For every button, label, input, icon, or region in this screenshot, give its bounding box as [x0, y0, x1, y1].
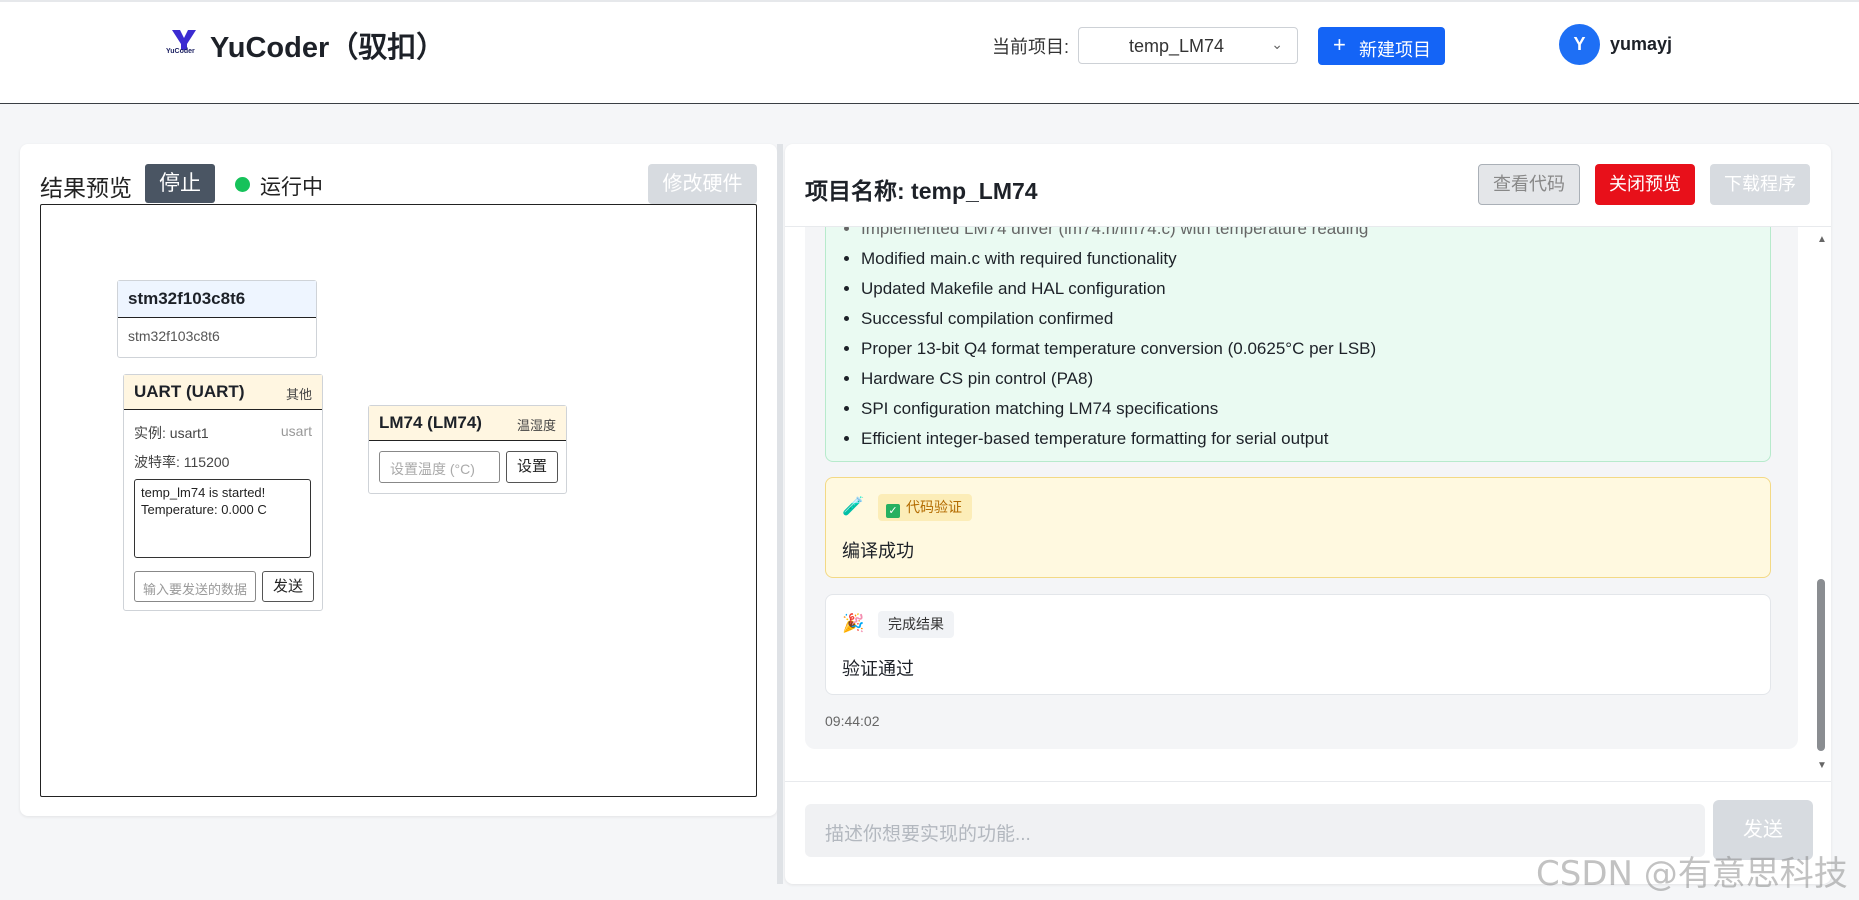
status-text: 运行中: [260, 176, 323, 199]
project-panel: 项目名称: temp_LM74 查看代码 关闭预览 下载程序 Implement…: [785, 144, 1831, 884]
list-item: Hardware CS pin control (PA8): [861, 364, 1376, 394]
uart-instance-type: usart: [280, 423, 312, 439]
preview-title: 结果预览: [40, 175, 132, 201]
new-project-button[interactable]: + 新建项目: [1318, 27, 1445, 65]
watermark: CSDN @有意思科技: [1536, 854, 1848, 894]
summary-box: Implemented LM74 driver (lm74.h/lm74.c) …: [825, 227, 1771, 462]
result-box: 🎉 完成结果 验证通过: [825, 594, 1771, 695]
logo-small-text: YuCoder: [166, 48, 195, 55]
code-verify-tag-label: 代码验证: [906, 499, 962, 515]
result-tag: 完成结果: [878, 611, 954, 638]
mcu-title: stm32f103c8t6: [118, 281, 316, 318]
close-preview-button[interactable]: 关闭预览: [1595, 164, 1695, 205]
plus-icon: +: [1333, 32, 1346, 57]
app-header: YuCoder YuCoder（驭扣） 当前项目: temp_LM74 ⌄ + …: [0, 0, 1859, 104]
mcu-card[interactable]: stm32f103c8t6 stm32f103c8t6: [117, 280, 317, 358]
list-item: Successful compilation confirmed: [861, 304, 1376, 334]
panel-resize-handle[interactable]: [777, 144, 783, 884]
uart-send-button[interactable]: 发送: [262, 571, 314, 602]
temperature-input[interactable]: 设置温度 (°C): [379, 451, 500, 483]
preview-panel: 结果预览 停止 运行中 修改硬件 stm32f103c8t6 stm32f103…: [20, 144, 777, 816]
download-program-button[interactable]: 下载程序: [1710, 164, 1810, 205]
uart-baud-rate: 波特率: 115200: [134, 454, 230, 470]
mcu-subtitle: stm32f103c8t6: [128, 328, 220, 344]
scrollbar-thumb[interactable]: [1817, 579, 1825, 751]
check-icon: ✓: [886, 504, 900, 518]
avatar[interactable]: Y: [1559, 24, 1600, 65]
project-select[interactable]: temp_LM74 ⌄: [1078, 27, 1298, 64]
uart-card[interactable]: UART (UART) 其他 实例: usart1 usart 波特率: 115…: [123, 374, 323, 611]
code-verify-text: 编译成功: [842, 541, 914, 561]
chat-history[interactable]: Implemented LM74 driver (lm74.h/lm74.c) …: [805, 227, 1805, 827]
code-verify-box: 🧪 ✓ 代码验证 编译成功: [825, 477, 1771, 578]
result-text: 验证通过: [842, 659, 914, 679]
uart-instance: 实例: usart1: [134, 425, 209, 441]
stop-button[interactable]: 停止: [145, 164, 215, 203]
summary-list: Implemented LM74 driver (lm74.h/lm74.c) …: [861, 227, 1376, 454]
project-title: 项目名称: temp_LM74: [805, 178, 1038, 204]
uart-title: UART (UART): [134, 382, 245, 401]
project-header: 项目名称: temp_LM74 查看代码 关闭预览 下载程序: [785, 144, 1831, 227]
lm74-card[interactable]: LM74 (LM74) 温湿度 设置温度 (°C) 设置: [368, 405, 567, 494]
assistant-message: Implemented LM74 driver (lm74.h/lm74.c) …: [805, 227, 1798, 749]
current-project-label: 当前项目:: [992, 37, 1070, 57]
uart-log-output[interactable]: temp_lm74 is started! Temperature: 0.000…: [134, 479, 311, 558]
uart-log-line: temp_lm74 is started!: [141, 485, 266, 500]
modify-hardware-button[interactable]: 修改硬件: [648, 164, 757, 204]
list-item: Efficient integer-based temperature form…: [861, 424, 1376, 454]
status-dot-icon: [235, 177, 250, 192]
username[interactable]: yumayj: [1610, 34, 1672, 55]
lm74-category-tag: 温湿度: [516, 418, 556, 433]
lm74-header: LM74 (LM74) 温湿度: [369, 406, 566, 441]
project-select-value: temp_LM74: [1129, 36, 1225, 56]
lm74-title: LM74 (LM74): [379, 413, 482, 432]
uart-category-tag: 其他: [285, 387, 312, 402]
list-item: Implemented LM74 driver (lm74.h/lm74.c) …: [861, 227, 1376, 244]
chat-scrollbar[interactable]: ▲ ▼: [1815, 234, 1827, 774]
list-item: SPI configuration matching LM74 specific…: [861, 394, 1376, 424]
list-item: Modified main.c with required functional…: [861, 244, 1376, 274]
hardware-canvas[interactable]: stm32f103c8t6 stm32f103c8t6 UART (UART) …: [40, 204, 757, 797]
chevron-down-icon: ⌄: [1271, 36, 1283, 52]
code-verify-tag: ✓ 代码验证: [878, 494, 972, 521]
scroll-up-icon[interactable]: ▲: [1817, 234, 1827, 245]
message-timestamp: 09:44:02: [825, 713, 880, 729]
set-temperature-button[interactable]: 设置: [506, 451, 558, 483]
list-item: Updated Makefile and HAL configuration: [861, 274, 1376, 304]
uart-header: UART (UART) 其他: [124, 375, 322, 410]
list-item: Proper 13-bit Q4 format temperature conv…: [861, 334, 1376, 364]
test-tube-icon: 🧪: [842, 496, 865, 516]
new-project-label: 新建项目: [1359, 40, 1431, 60]
uart-send-input[interactable]: 输入要发送的数据: [134, 571, 256, 602]
view-code-button[interactable]: 查看代码: [1478, 164, 1580, 205]
uart-log-line: Temperature: 0.000 C: [141, 502, 267, 517]
party-popper-icon: 🎉: [842, 613, 865, 633]
app-title: YuCoder（驭扣）: [210, 32, 446, 64]
scroll-down-icon[interactable]: ▼: [1817, 760, 1827, 771]
